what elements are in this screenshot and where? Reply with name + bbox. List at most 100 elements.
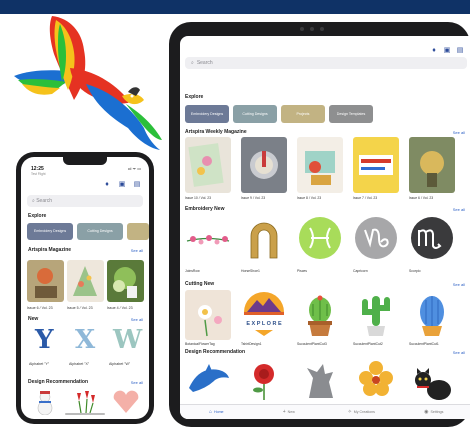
chip-embroidery-designs[interactable]: Embroidery Designs (185, 105, 229, 123)
iphone-device: 12:25 Test Flight •ıl ᯤ ▭ ♦ ▣ ▤ ⌕ Search… (16, 152, 154, 424)
section-title-explore: Explore (28, 213, 47, 219)
magazine-thumb-4[interactable] (353, 137, 399, 193)
embroidery-caption-1: JoinsRow (185, 269, 200, 273)
bell-icon[interactable]: ♦ (430, 47, 438, 55)
embroidery-caption-2: HorseShoe1 (241, 269, 260, 273)
design-thumb-cat[interactable] (409, 358, 455, 402)
cutting-caption-4: SucculentPlantCut2 (353, 342, 383, 346)
new-caption-2: Alphabet "X" (69, 362, 90, 366)
design-thumb-heart-bow[interactable] (111, 389, 141, 415)
iphone-screen: 12:25 Test Flight •ıl ᯤ ▭ ♦ ▣ ▤ ⌕ Search… (21, 157, 149, 419)
explore-banner-text: E X P L O R E (246, 321, 282, 327)
magazine-thumb-1[interactable] (185, 137, 231, 193)
section-title-magazine: Artspira Weekly Magazine (185, 129, 247, 135)
design-thumb-rose[interactable] (241, 358, 287, 402)
embroidery-floral-row[interactable] (185, 216, 231, 266)
sparkle-icon: ✧ (347, 409, 352, 415)
inbox-icon[interactable]: ▣ (443, 47, 451, 55)
design-thumb-dolphin[interactable] (185, 358, 231, 402)
gift-icon[interactable]: ▤ (456, 47, 464, 55)
status-indicators: •ıl ᯤ ▭ (127, 166, 141, 171)
see-all-magazine[interactable]: See all (453, 130, 465, 135)
ipad-device: ♦ ▣ ▤ ⌕ Search Explore Embroidery Designs… (169, 22, 470, 427)
embroidery-scorpio[interactable] (409, 214, 455, 264)
magazine-thumb-3[interactable] (297, 137, 343, 193)
magazine-thumb-5[interactable] (409, 137, 455, 193)
section-title-magazine: Artspira Magazine (28, 247, 72, 253)
cutting-caption-5: SucculentPlantCut1 (409, 342, 439, 346)
section-title-cutting-new: Cutting New (185, 281, 215, 287)
chip-projects[interactable]: Projects (281, 105, 325, 123)
cutting-thumb-cactus-1[interactable] (409, 290, 455, 340)
tab-settings-label: Settings (430, 410, 444, 414)
cutting-caption-2: TshirtDesign1 (241, 342, 262, 346)
magazine-thumb-1[interactable] (27, 260, 64, 302)
embroidery-pisces[interactable] (297, 214, 343, 264)
cutting-thumb-flower-tag[interactable] (185, 290, 231, 340)
cutting-thumb-tshirt-explore[interactable]: E X P L O R E (241, 290, 287, 340)
design-thumb-snowman[interactable] (31, 389, 59, 415)
see-all-new[interactable]: See all (131, 317, 143, 322)
embroidery-caption-3: Pisces (297, 269, 307, 273)
chip-cutting-designs[interactable]: Cutting Designs (77, 223, 123, 240)
section-title-design-recommendation: Design Recommendation (28, 379, 89, 385)
magazine-caption-5: Issue 6 / Vol. 23 (409, 196, 434, 200)
section-title-new: New (28, 316, 39, 322)
magazine-caption-3: Issue 8 / Vol. 23 (297, 196, 322, 200)
cutting-thumb-cactus-3[interactable] (297, 290, 343, 340)
chip-cutting-designs[interactable]: Cutting Designs (233, 105, 277, 123)
see-all-magazine[interactable]: See all (131, 248, 143, 253)
magazine-thumb-3[interactable] (107, 260, 144, 302)
embroidery-horseshoe[interactable] (241, 214, 287, 264)
search-placeholder: Search (36, 198, 53, 204)
alphabet-x-design[interactable]: X (75, 325, 95, 355)
chip-design-templates[interactable]: Design Templates (329, 105, 373, 123)
magazine-thumb-2[interactable] (67, 260, 104, 302)
tab-new[interactable]: + New (253, 405, 326, 419)
parrot-embroidery-illustration (14, 16, 162, 150)
cutting-thumb-cactus-2[interactable] (353, 290, 399, 340)
camera-dot (310, 27, 314, 31)
cutting-caption-1: BotanicalFlowerTag (185, 342, 215, 346)
section-title-explore: Explore (185, 94, 204, 100)
see-all-design-recommendation[interactable]: See all (131, 380, 143, 385)
plus-icon: + (282, 409, 286, 415)
inbox-icon[interactable]: ▣ (118, 181, 126, 189)
tab-home[interactable]: ⌂ Home (180, 405, 253, 419)
camera-dot (300, 27, 304, 31)
design-thumb-lion-crest[interactable] (297, 358, 343, 402)
bell-icon[interactable]: ♦ (103, 181, 111, 189)
embroidery-caption-4: Capricorn (353, 269, 368, 273)
embroidery-capricorn[interactable] (353, 214, 399, 264)
see-all-cutting-new[interactable]: See all (453, 282, 465, 287)
search-input[interactable]: ⌕ Search (185, 57, 467, 69)
magazine-caption-3: Issue 4 / Vol. 23 (107, 306, 133, 310)
search-input[interactable]: ⌕ Search (27, 195, 143, 207)
cutting-caption-3: SucculentPlantCut3 (297, 342, 327, 346)
chip-embroidery-designs[interactable]: Embroidery Designs (27, 223, 73, 240)
magazine-caption-2: Issue 5 / Vol. 23 (67, 306, 93, 310)
alphabet-w-design[interactable]: W (113, 325, 142, 355)
gift-icon[interactable]: ▤ (133, 181, 141, 189)
see-all-embroidery-new[interactable]: See all (453, 207, 465, 212)
ipad-screen: ♦ ▣ ▤ ⌕ Search Explore Embroidery Designs… (180, 36, 470, 419)
see-all-design-recommendation[interactable]: See all (453, 350, 465, 355)
person-icon: ◉ (424, 409, 429, 415)
home-indicator (65, 413, 105, 415)
alphabet-y-design[interactable]: Y (35, 325, 54, 355)
new-caption-1: Alphabet "Y" (29, 362, 50, 366)
chip-projects-partial[interactable] (127, 223, 149, 240)
magazine-thumb-2[interactable] (241, 137, 287, 193)
magazine-caption-1: Issue 10 / Vol. 23 (185, 196, 212, 200)
notch (63, 157, 107, 165)
design-thumb-tulips[interactable] (71, 389, 99, 415)
tab-home-label: Home (213, 410, 224, 414)
tab-my-creations[interactable]: ✧ My Creations (325, 405, 398, 419)
magazine-caption-4: Issue 7 / Vol. 23 (353, 196, 378, 200)
tab-settings[interactable]: ◉ Settings (398, 405, 470, 419)
house-icon: ⌂ (208, 409, 212, 415)
design-thumb-hibiscus[interactable] (353, 358, 399, 402)
embroidery-caption-5: Scorpio (409, 269, 421, 273)
magazine-caption-2: Issue 9 / Vol. 23 (241, 196, 266, 200)
header-actions: ♦ ▣ ▤ (103, 181, 141, 189)
